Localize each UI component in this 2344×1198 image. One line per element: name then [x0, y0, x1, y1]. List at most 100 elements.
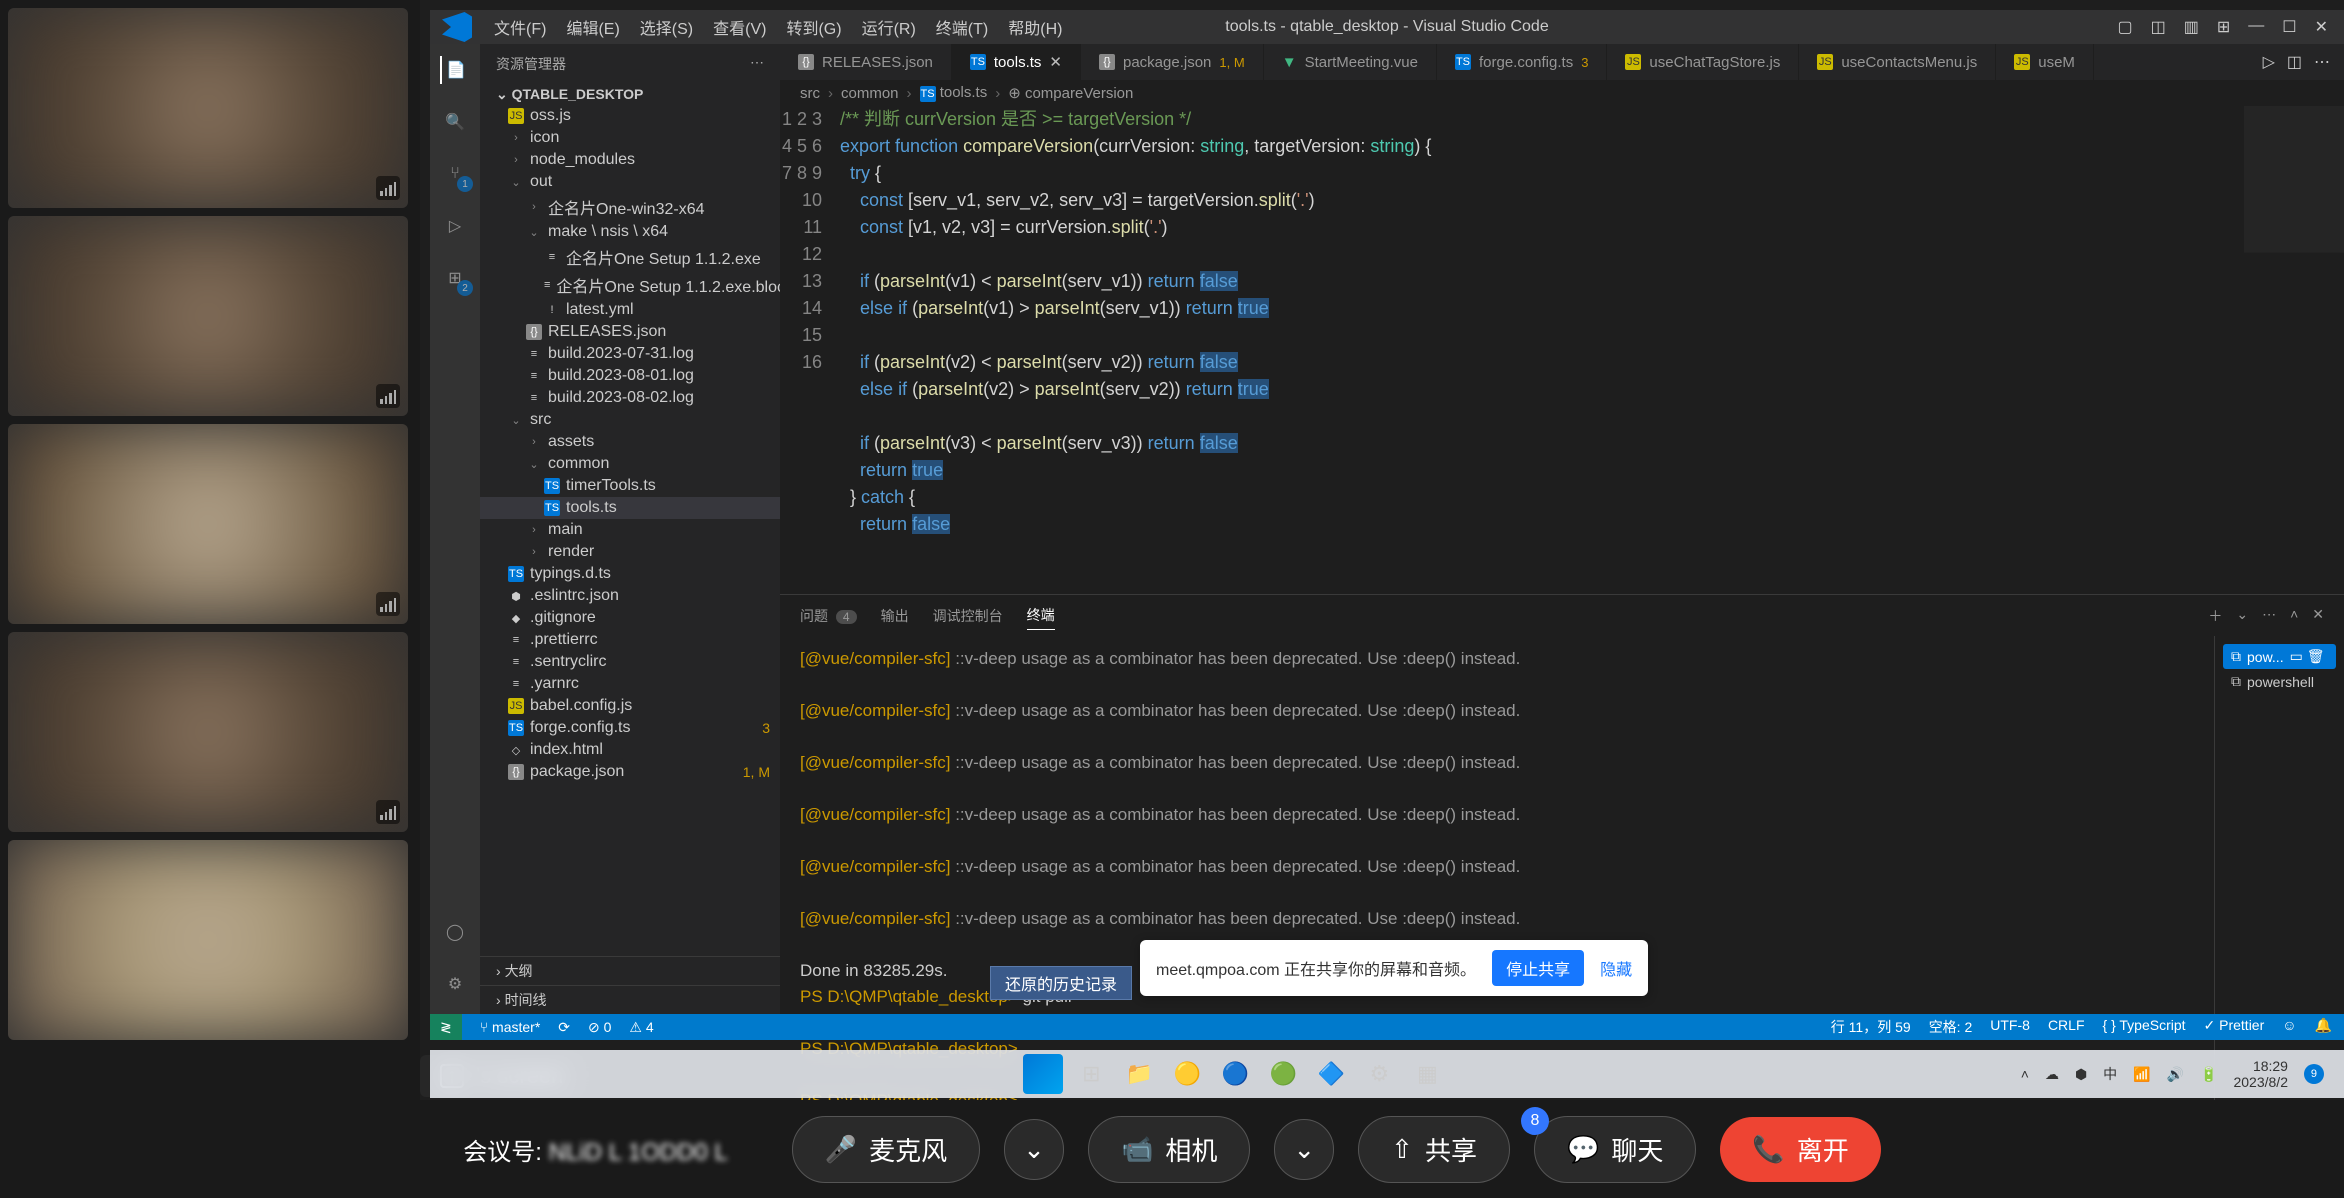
notifications-icon[interactable]: 9 [2304, 1064, 2324, 1084]
app-icon[interactable]: ▦ [1407, 1054, 1447, 1094]
file-item[interactable]: ≡企名片One Setup 1.1.2.exe.block... [480, 271, 780, 299]
folder-item[interactable]: ⌄src [480, 409, 780, 431]
prettier-status[interactable]: ✓ Prettier [2204, 1017, 2265, 1037]
history-popup[interactable]: 还原的历史记录 [990, 966, 1132, 1000]
chat-button[interactable]: 💬 聊天 [1534, 1116, 1696, 1183]
file-item[interactable]: ≡build.2023-08-01.log [480, 365, 780, 387]
more-icon[interactable]: ⋯ [750, 54, 764, 74]
search-icon[interactable]: 🔍 [441, 108, 469, 136]
file-item[interactable]: JSbabel.config.js [480, 695, 780, 717]
settings-icon[interactable]: ⚙ [1359, 1054, 1399, 1094]
video-tile[interactable] [8, 632, 408, 832]
file-item[interactable]: TStools.ts [480, 497, 780, 519]
terminal-item[interactable]: ⧉ powershell [2223, 669, 2336, 694]
file-item[interactable]: {}package.json1, M [480, 761, 780, 783]
terminal-item[interactable]: ⧉ pow... ▭ 🗑 [2223, 644, 2336, 669]
menu-item[interactable]: 帮助(H) [998, 15, 1072, 39]
eol[interactable]: CRLF [2048, 1017, 2085, 1037]
file-item[interactable]: JSoss.js [480, 105, 780, 127]
gear-icon[interactable]: ⚙ [441, 970, 469, 998]
git-icon[interactable]: ⑂1 [441, 160, 469, 188]
tab-problems[interactable]: 问题 4 [800, 602, 857, 630]
file-item[interactable]: ◆.gitignore [480, 607, 780, 629]
run-icon[interactable]: ▷ [2263, 52, 2275, 72]
hide-button[interactable]: 隐藏 [1600, 956, 1632, 980]
timeline-section[interactable]: › 时间线 [480, 985, 780, 1014]
video-tile[interactable] [8, 8, 408, 208]
layout-icon[interactable]: ▢ [2117, 17, 2132, 37]
explorer-icon[interactable]: 📄 [440, 56, 468, 84]
tab-output[interactable]: 输出 [881, 602, 909, 630]
file-item[interactable]: TStimerTools.ts [480, 475, 780, 497]
minimize-icon[interactable]: — [2248, 17, 2264, 37]
breadcrumb[interactable]: src›common›TS tools.ts›⊕ compareVersion [780, 80, 2344, 106]
layout-icon[interactable]: ▥ [2184, 17, 2199, 37]
chrome-icon[interactable]: 🟡 [1167, 1054, 1207, 1094]
more-icon[interactable]: ⋯ [2314, 52, 2330, 72]
tab-terminal[interactable]: 终端 [1027, 601, 1055, 630]
camera-dropdown[interactable]: ⌄ [1274, 1119, 1334, 1180]
file-item[interactable]: ≡.yarnrc [480, 673, 780, 695]
editor-tab[interactable]: JS useM [1996, 44, 2094, 80]
split-terminal-icon[interactable]: ⌄ [2236, 606, 2248, 626]
camera-button[interactable]: 📹 相机 [1088, 1116, 1250, 1183]
volume-icon[interactable]: 🔊 [2167, 1066, 2184, 1083]
outline-section[interactable]: › 大纲 [480, 956, 780, 985]
file-item[interactable]: ⬢.eslintrc.json [480, 585, 780, 607]
editor-tab[interactable]: TS forge.config.ts 3 [1437, 44, 1607, 80]
code-editor[interactable]: 1 2 3 4 5 6 7 8 9 10 11 12 13 14 15 16 /… [780, 106, 2344, 594]
folder-item[interactable]: ›assets [480, 431, 780, 453]
maximize-icon[interactable]: ☐ [2282, 17, 2296, 37]
file-item[interactable]: ≡企名片One Setup 1.1.2.exe [480, 243, 780, 271]
task-view-icon[interactable]: ⊞ [1071, 1054, 1111, 1094]
battery-icon[interactable]: 🔋 [2200, 1066, 2217, 1083]
editor-tab[interactable]: ▼ StartMeeting.vue [1264, 44, 1437, 80]
mic-dropdown[interactable]: ⌄ [1004, 1119, 1064, 1180]
clock[interactable]: 18:292023/8/2 [2233, 1058, 2288, 1090]
editor-tab[interactable]: {} package.json 1, M [1081, 44, 1264, 80]
git-branch[interactable]: ⑂ master* [480, 1019, 541, 1035]
menu-item[interactable]: 选择(S) [630, 15, 703, 39]
tray-icon[interactable]: ☁ [2045, 1066, 2059, 1083]
close-panel-icon[interactable]: ✕ [2312, 606, 2324, 626]
warnings-count[interactable]: ⚠ 4 [629, 1019, 653, 1036]
account-icon[interactable]: ◯ [441, 918, 469, 946]
folder-item[interactable]: ⌄make \ nsis \ x64 [480, 221, 780, 243]
menu-item[interactable]: 终端(T) [926, 15, 998, 39]
cursor-position[interactable]: 行 11，列 59 [1831, 1017, 1911, 1037]
tray-chevron-icon[interactable]: ˄ [2021, 1066, 2029, 1082]
tray-icon[interactable]: ⬢ [2075, 1066, 2087, 1083]
debug-icon[interactable]: ▷ [441, 212, 469, 240]
close-tab-icon[interactable]: ✕ [1049, 53, 1062, 71]
sync-icon[interactable]: ⟳ [558, 1019, 570, 1036]
editor-tab[interactable]: TS tools.ts ✕ [952, 44, 1081, 80]
remote-indicator[interactable]: ≷ [430, 1014, 462, 1040]
vscode-icon[interactable]: 🔷 [1311, 1054, 1351, 1094]
folder-item[interactable]: ›main [480, 519, 780, 541]
file-item[interactable]: ≡build.2023-07-31.log [480, 343, 780, 365]
mic-button[interactable]: 🎤 麦克风 [792, 1116, 980, 1183]
stop-sharing-button[interactable]: 停止共享 [1492, 950, 1584, 986]
file-item[interactable]: !latest.yml [480, 299, 780, 321]
file-item[interactable]: TSforge.config.ts3 [480, 717, 780, 739]
video-tile[interactable] [8, 216, 408, 416]
share-button[interactable]: ⇧ 共享 [1358, 1116, 1510, 1183]
extensions-icon[interactable]: ⊞2 [441, 264, 469, 292]
new-terminal-icon[interactable]: ＋ [2208, 606, 2222, 626]
menu-item[interactable]: 查看(V) [703, 15, 776, 39]
close-icon[interactable]: ✕ [2315, 17, 2328, 37]
folder-item[interactable]: ⌄out [480, 171, 780, 193]
maximize-panel-icon[interactable]: ˄ [2290, 606, 2298, 626]
notifications-icon[interactable]: 🔔 [2315, 1017, 2332, 1037]
explorer-icon[interactable]: 📁 [1119, 1054, 1159, 1094]
editor-tab[interactable]: JS useContactsMenu.js [1799, 44, 1996, 80]
menu-item[interactable]: 转到(G) [776, 15, 851, 39]
file-item[interactable]: ≡.sentryclirc [480, 651, 780, 673]
file-item[interactable]: ≡.prettierrc [480, 629, 780, 651]
editor-tab[interactable]: {} RELEASES.json [780, 44, 952, 80]
ime-icon[interactable]: 中 [2103, 1064, 2117, 1084]
minimap[interactable] [2244, 106, 2344, 594]
workspace-root[interactable]: ⌄ QTABLE_DESKTOP [480, 84, 780, 105]
wifi-icon[interactable]: 📶 [2133, 1066, 2150, 1083]
edge-icon[interactable]: 🟢 [1263, 1054, 1303, 1094]
